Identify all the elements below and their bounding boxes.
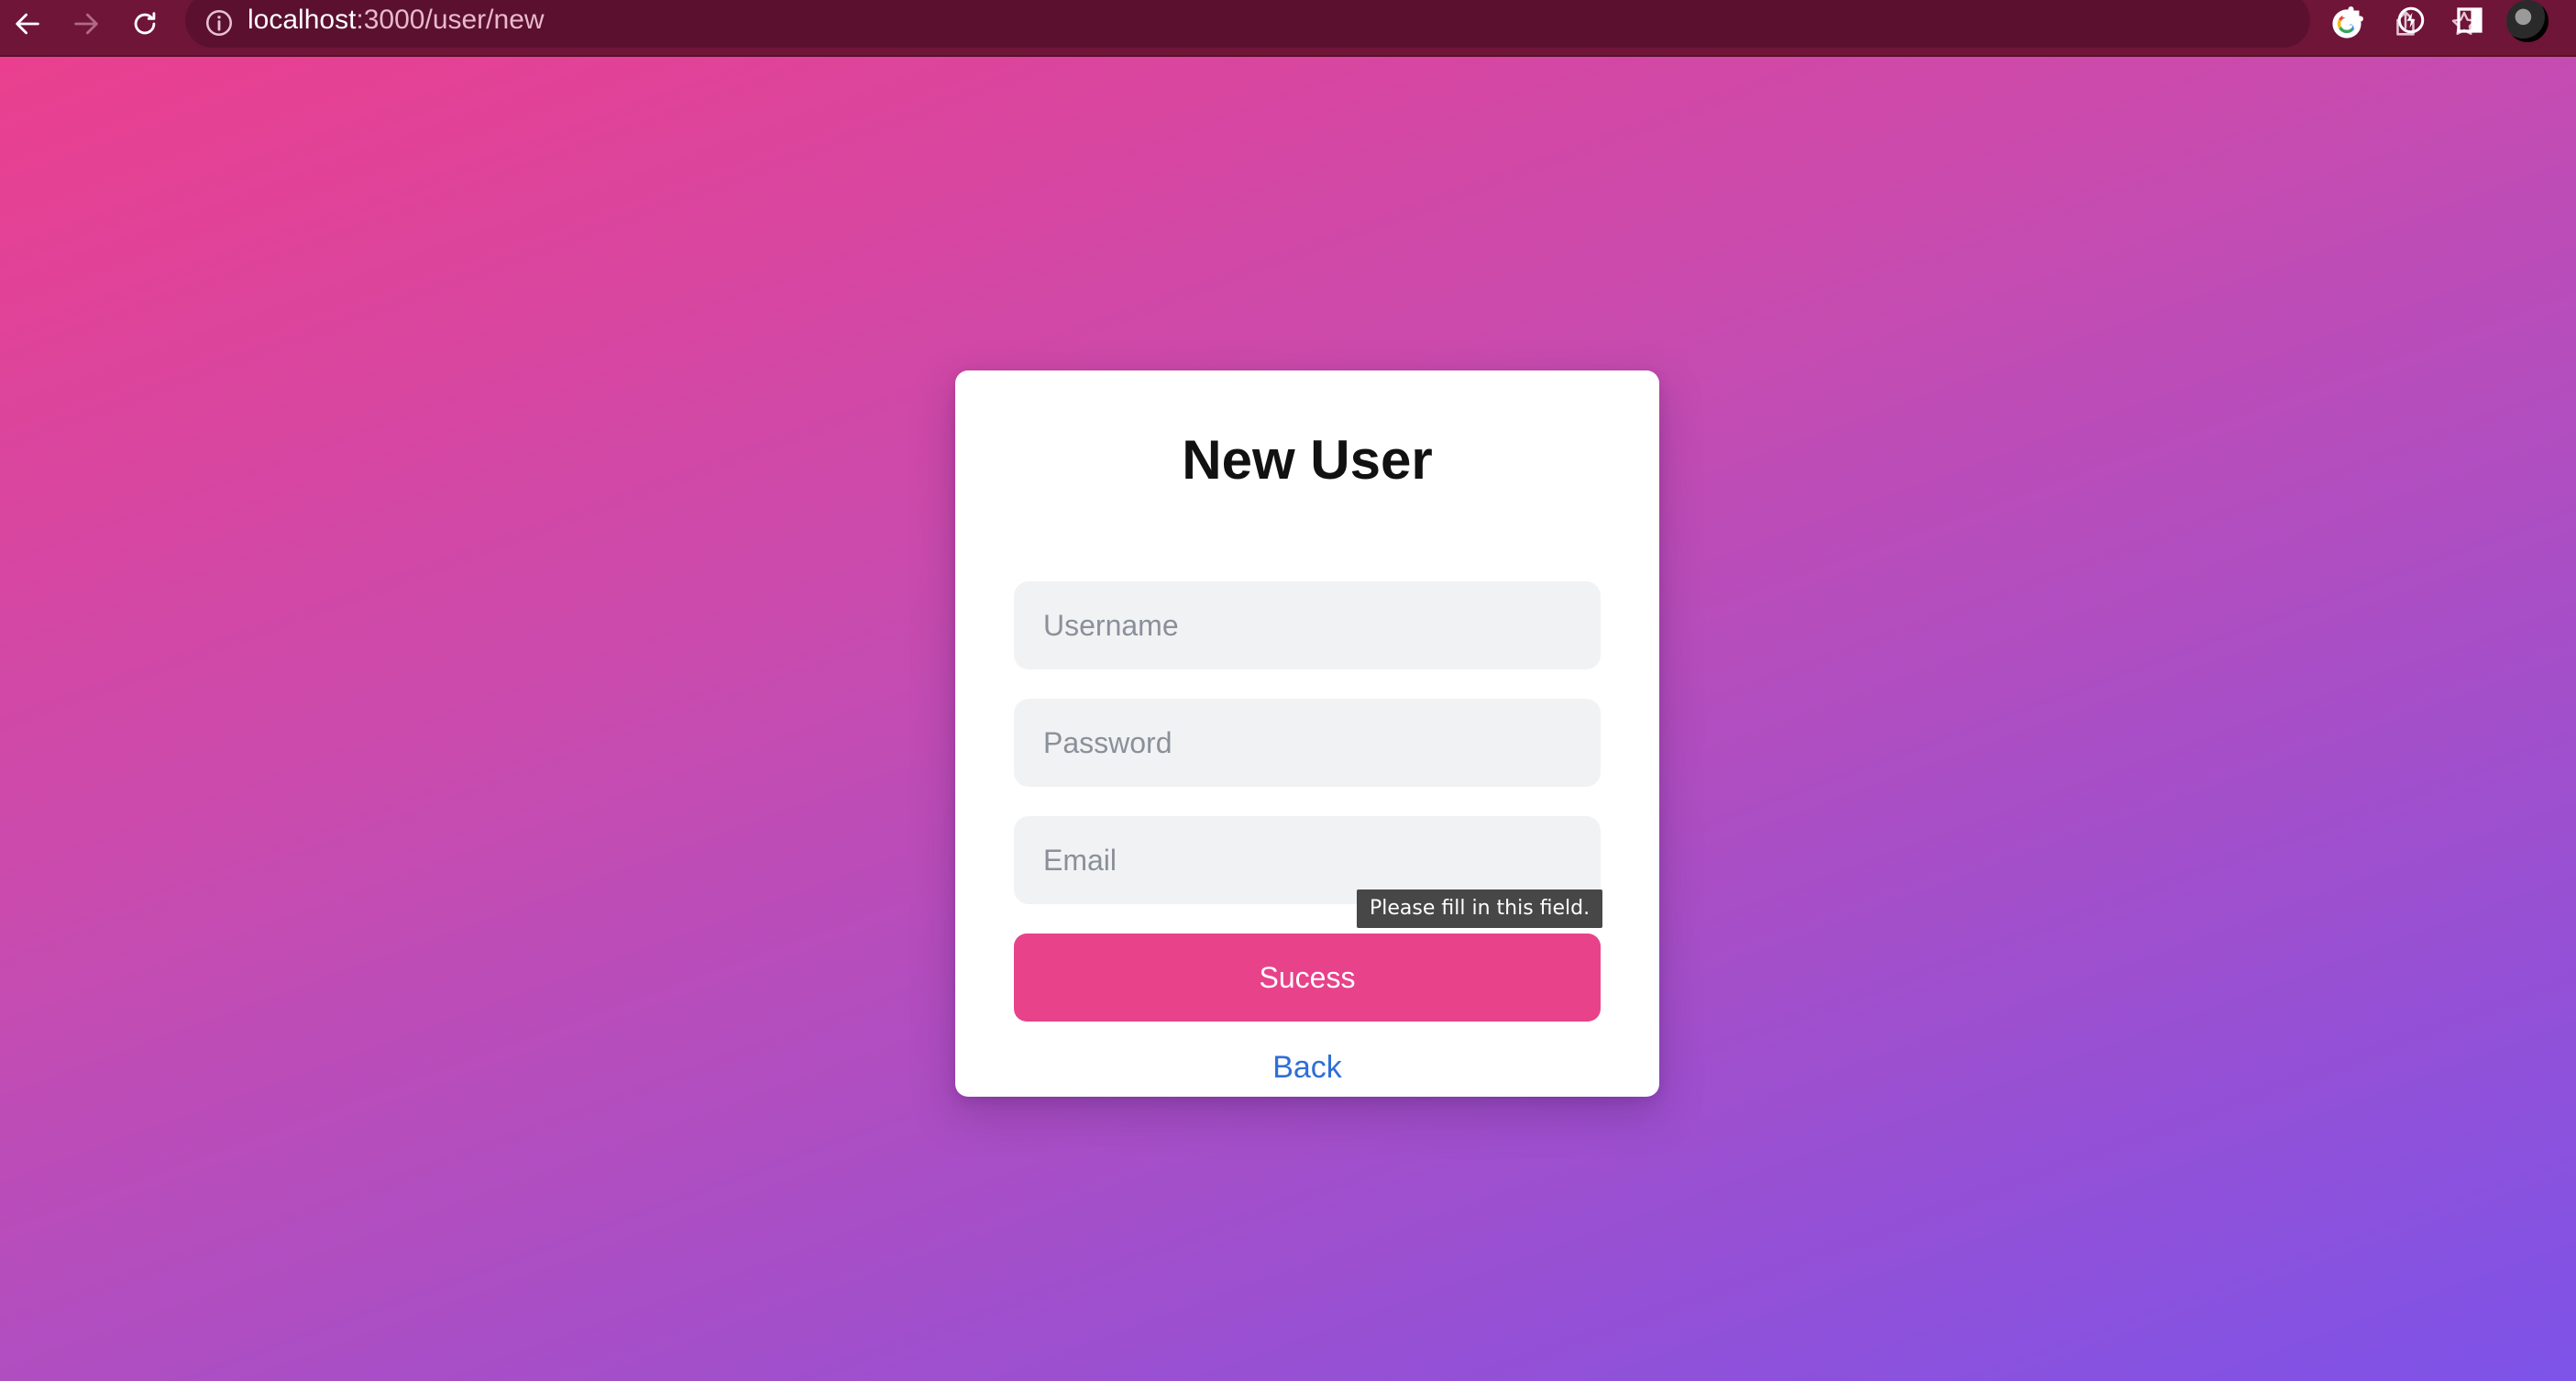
password-input[interactable] bbox=[1014, 699, 1601, 787]
reload-icon bbox=[134, 12, 156, 35]
validation-tooltip: Please fill in this field. bbox=[1357, 889, 1603, 928]
lightning-icon bbox=[2397, 6, 2425, 34]
forward-arrow-icon bbox=[74, 13, 98, 35]
submit-button[interactable]: Sucess bbox=[1014, 934, 1601, 1022]
url-path: :3000/user/new bbox=[356, 5, 545, 35]
side-panel-icon bbox=[2457, 7, 2482, 33]
forward-button[interactable] bbox=[66, 4, 106, 44]
info-icon[interactable] bbox=[204, 7, 235, 39]
form-title: New User bbox=[1182, 429, 1433, 491]
new-user-form: New User Please fill in this field. Suce… bbox=[955, 370, 1659, 1097]
url-text[interactable]: localhost:3000/user/new bbox=[248, 2, 545, 39]
side-panel-button[interactable] bbox=[2451, 2, 2488, 39]
profile-avatar[interactable] bbox=[2506, 0, 2548, 42]
browser-toolbar: localhost:3000/user/new bbox=[0, 0, 2576, 57]
back-link[interactable]: Back bbox=[955, 1049, 1659, 1086]
reload-button[interactable] bbox=[125, 4, 165, 44]
lightning-extension-button[interactable] bbox=[2393, 2, 2429, 39]
back-arrow-icon bbox=[16, 13, 39, 35]
extensions-button[interactable] bbox=[2334, 2, 2371, 39]
address-bar[interactable]: localhost:3000/user/new bbox=[185, 0, 2477, 48]
page-background: New User Please fill in this field. Suce… bbox=[0, 57, 2576, 1381]
back-button[interactable] bbox=[7, 4, 48, 44]
username-input[interactable] bbox=[1014, 581, 1601, 669]
url-host: localhost bbox=[248, 5, 357, 35]
extensions-icon bbox=[2342, 6, 2363, 28]
